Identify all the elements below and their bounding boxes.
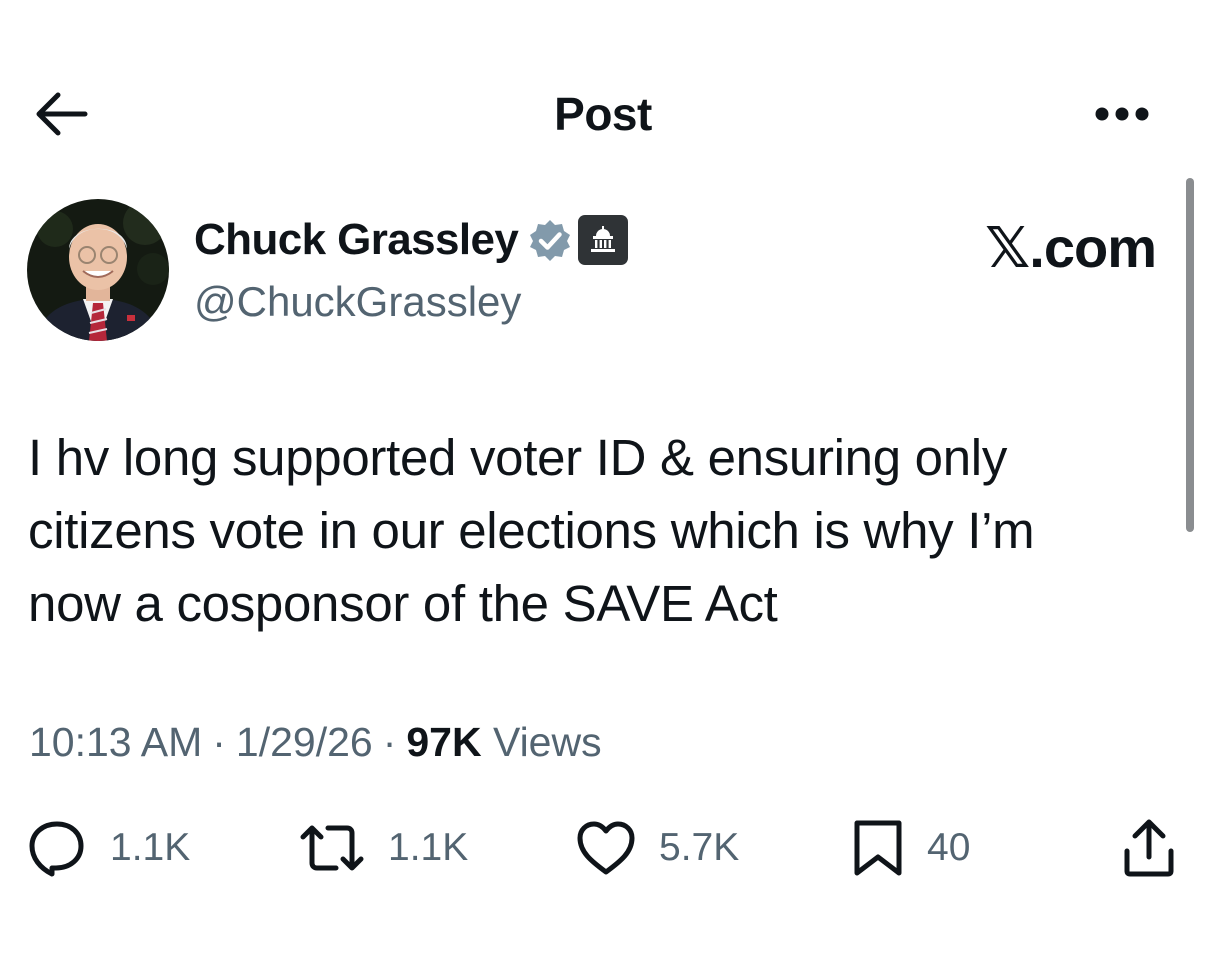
verified-badge-icon[interactable] <box>528 218 572 262</box>
like-count: 5.7K <box>659 826 740 869</box>
avatar[interactable] <box>27 199 169 341</box>
post-time[interactable]: 10:13 AM <box>29 719 202 765</box>
more-horizontal-icon <box>1095 107 1149 121</box>
repost-count: 1.1K <box>388 826 469 869</box>
author-display-name[interactable]: Chuck Grassley <box>194 212 519 268</box>
meta-separator: · <box>212 719 226 765</box>
repost-button[interactable]: 1.1K <box>298 810 468 886</box>
author-handle[interactable]: @ChuckGrassley <box>194 276 521 328</box>
reply-button[interactable]: 1.1K <box>26 810 190 886</box>
heart-icon <box>577 821 635 875</box>
bookmark-count: 40 <box>927 826 971 869</box>
share-button[interactable] <box>1122 810 1176 886</box>
tweet-text: I hv long supported voter ID & ensuring … <box>28 429 1035 632</box>
more-options-button[interactable] <box>1088 94 1156 134</box>
views-count: 97K <box>406 719 482 765</box>
post-date[interactable]: 1/29/26 <box>236 719 373 765</box>
meta-separator: · <box>382 719 397 765</box>
page-title: Post <box>554 88 652 140</box>
government-building-icon[interactable] <box>578 215 629 265</box>
author-name-row: Chuck Grassley <box>194 212 629 268</box>
post-meta: 10:13 AM · 1/29/26 · 97K Views <box>29 714 602 770</box>
scrollbar[interactable] <box>1186 178 1194 532</box>
reply-count: 1.1K <box>110 826 191 869</box>
views-label: Views <box>492 719 602 765</box>
bookmark-icon <box>854 820 902 876</box>
top-nav-bar: Post <box>0 0 1206 180</box>
like-button[interactable]: 5.7K <box>575 810 739 886</box>
share-icon <box>1124 819 1174 877</box>
reply-icon <box>29 821 84 877</box>
repost-icon <box>300 825 364 871</box>
x-com-watermark: 𝕏.com <box>985 216 1157 279</box>
bookmark-button[interactable]: 40 <box>851 810 970 886</box>
action-bar: 1.1K 1.1K 5.7K 40 <box>0 810 1206 886</box>
